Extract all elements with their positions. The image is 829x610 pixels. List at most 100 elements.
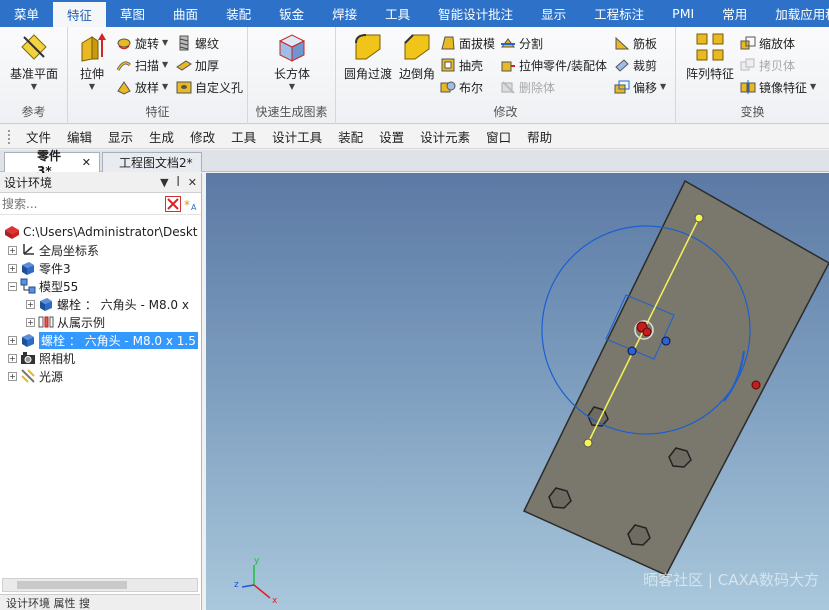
menu-window[interactable]: 窗口 [478,127,519,146]
tab-tools[interactable]: 工具 [371,0,424,27]
expand-icon[interactable]: + [26,317,35,327]
scale-body-button[interactable]: 缩放体 [740,33,795,53]
tab-addons[interactable]: 加载应用程 [761,0,829,27]
expand-icon[interactable]: + [8,335,17,345]
tab-sheetmetal[interactable]: 钣金 [265,0,318,27]
translate-handle[interactable] [661,336,671,346]
pattern-feature-button[interactable]: 阵列特征 [684,31,736,82]
tree-node-dependent-instances[interactable]: + 从属示例 [26,313,105,331]
delete-body-button[interactable]: 删除体 [500,77,555,97]
doc-tab-part3[interactable]: 零件3* ✕ [4,149,100,178]
tab-welding[interactable]: 焊接 [318,0,371,27]
copy-body-button[interactable]: 拷贝体 [740,55,795,75]
translate-handle[interactable] [627,346,637,356]
rib-button[interactable]: 筋板 [614,33,657,53]
expand-icon[interactable]: + [8,353,17,363]
tree-node-global-coords[interactable]: + 全局坐标系 [8,241,99,259]
chevron-down-icon: ▼ [288,82,296,91]
menu-tools[interactable]: 工具 [223,127,264,146]
tab-sketch[interactable]: 草图 [106,0,159,27]
tree-node-light[interactable]: + 光源 [8,367,63,385]
cuboid-button[interactable]: 长方体 ▼ [268,31,316,92]
rotate-handle-point[interactable] [751,380,761,390]
expand-icon[interactable]: + [8,263,17,273]
anchor-point[interactable] [642,327,652,337]
tab-assembly[interactable]: 装配 [212,0,265,27]
boolean-button[interactable]: 布尔 [440,77,483,97]
chamfer-button[interactable]: 边倒角 [396,31,438,82]
menu-assembly[interactable]: 装配 [330,127,371,146]
menu-design-elements[interactable]: 设计元素 [412,127,478,146]
sweep-button[interactable]: 扫描 ▼ [116,55,168,75]
menu-file[interactable]: 文件 [18,127,59,146]
menu-generate[interactable]: 生成 [141,127,182,146]
close-icon[interactable]: ✕ [82,156,91,169]
tree-node-bolt-selected[interactable]: + 螺栓 ： 六角头 - M8.0 x 1.5 [8,331,198,349]
tab-display[interactable]: 显示 [527,0,580,27]
clear-search-icon[interactable] [165,195,181,212]
split-button[interactable]: 分割 [500,33,543,53]
extrude-button[interactable]: 拉伸 ▼ [74,31,110,92]
close-icon[interactable]: ✕ [188,176,197,189]
mirror-feature-button[interactable]: 镜像特征 ▼ [740,77,816,97]
tree-node-bolt-child[interactable]: + 螺栓 ： 六角头 - M8.0 x [26,295,189,313]
panel-bottom-tabs[interactable]: 设计环境 属性 搜 [0,594,200,610]
tab-common[interactable]: 常用 [708,0,761,27]
split-icon [501,38,515,48]
doc-tab-drawing2[interactable]: 工程图文档2* [102,152,202,172]
search-input[interactable] [2,196,165,211]
menu-modify[interactable]: 修改 [182,127,223,146]
tab-menu[interactable]: 菜单 [0,0,53,27]
filter-icon[interactable]: * A [183,196,199,212]
axis-endpoint-handle[interactable] [694,213,704,223]
mirror-icon [740,80,756,94]
tab-smart-annotation[interactable]: 智能设计批注 [424,0,527,27]
delete-body-icon [501,81,515,94]
horizontal-scrollbar[interactable] [2,578,198,592]
assembly-icon [20,278,36,294]
shell-button[interactable]: 抽壳 [440,55,483,75]
menu-settings[interactable]: 设置 [371,127,412,146]
tab-surface[interactable]: 曲面 [159,0,212,27]
tab-feature[interactable]: 特征 [53,0,107,27]
thicken-button[interactable]: 加厚 [176,55,219,75]
menu-display[interactable]: 显示 [100,127,141,146]
expand-icon[interactable]: + [26,299,35,309]
menu-design-tools[interactable]: 设计工具 [264,127,330,146]
axis-endpoint-handle[interactable] [583,438,593,448]
camera-icon [21,352,35,364]
loft-button[interactable]: 放样 ▼ [116,77,168,97]
tree-node-camera[interactable]: + 照相机 [8,349,75,367]
chevron-down-icon[interactable]: ▼ [160,176,168,189]
datum-plane-button[interactable]: 基准平面 ▼ [6,31,62,92]
dependent-instance-icon [38,316,54,328]
tree-node-part3[interactable]: + 零件3 [8,259,71,277]
extrude-part-button[interactable]: 拉伸零件/装配体 [500,55,607,75]
chevron-down-icon: ▼ [810,82,817,91]
expand-icon[interactable]: + [8,245,17,255]
trim-button[interactable]: 裁剪 [614,55,657,75]
tab-drawing-annotation[interactable]: 工程标注 [580,0,658,27]
tree-node-model55[interactable]: − 模型55 [8,277,78,295]
offset-button[interactable]: 偏移 ▼ [614,77,666,97]
draft-button[interactable]: 面拔模 [440,33,495,53]
thread-button[interactable]: 螺纹 [176,33,219,53]
menu-edit[interactable]: 编辑 [59,127,100,146]
panel-title: 设计环境 [4,176,53,190]
tree-node-root[interactable]: C:\Users\Administrator\Deskt [4,223,198,241]
tab-pmi[interactable]: PMI [658,0,708,27]
revolve-button[interactable]: 旋转 ▼ [116,33,168,53]
fillet-button[interactable]: 圆角过渡 [342,31,394,82]
custom-hole-button[interactable]: 自定义孔 [176,77,243,97]
ribbon-tabbar: 菜单 特征 草图 曲面 装配 钣金 焊接 工具 智能设计批注 显示 工程标注 P… [0,0,829,27]
3d-viewport[interactable]: y x z 晒客社区 | CAXA数码大方 [206,173,829,610]
chamfer-icon [404,34,430,60]
expand-icon[interactable]: + [8,371,17,381]
plate-body[interactable] [522,179,829,576]
toolbar-grip[interactable] [8,129,12,144]
menu-help[interactable]: 帮助 [519,127,560,146]
collapse-icon[interactable]: − [8,281,17,291]
viewport-scene[interactable]: y x z [206,173,829,610]
pin-icon[interactable]: ꟾ [177,176,180,189]
scrollbar-thumb[interactable] [17,581,127,589]
